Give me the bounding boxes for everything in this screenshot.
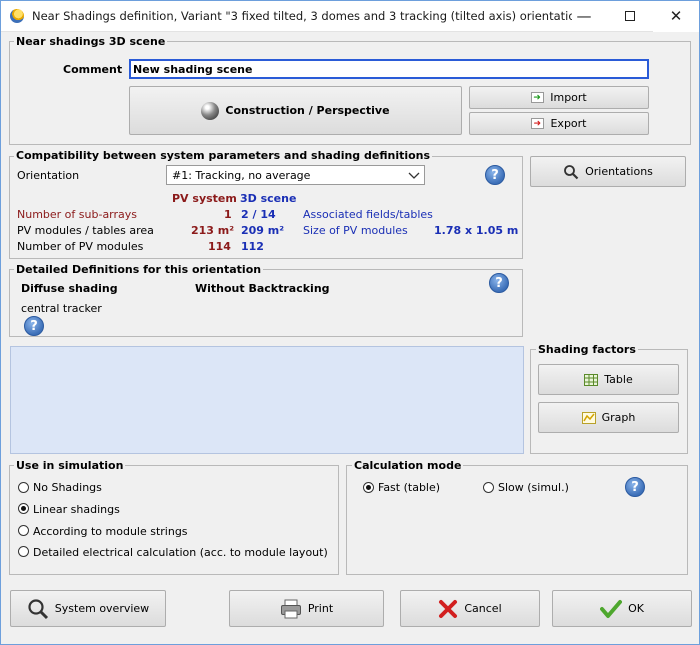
orientation-selected-value: #1: Tracking, no average: [172, 169, 311, 182]
export-label: Export: [550, 117, 587, 130]
slow-simul-label: Slow (simul.): [498, 481, 569, 494]
graph-button[interactable]: Graph: [538, 402, 679, 433]
module-size-label: Size of PV modules: [303, 224, 408, 237]
tracker-help-icon[interactable]: ?: [24, 316, 44, 336]
orientation-label: Orientation: [17, 169, 80, 182]
num-modules-scene-value: 112: [241, 240, 264, 253]
compatibility-group-label: Compatibility between system parameters …: [14, 149, 433, 162]
calc-mode-help-icon[interactable]: ?: [625, 477, 645, 497]
diffuse-shading-label: Diffuse shading: [21, 282, 118, 295]
window-title: Near Shadings definition, Variant "3 fix…: [32, 9, 572, 23]
system-overview-button[interactable]: System overview: [10, 590, 166, 627]
module-size-value: 1.78 x 1.05 m: [434, 224, 519, 237]
maximize-icon: [625, 10, 635, 21]
detailed-definitions-group-label: Detailed Definitions for this orientatio…: [14, 263, 264, 276]
maximize-button[interactable]: [607, 1, 653, 32]
dialog-window: Near Shadings definition, Variant "3 fix…: [0, 0, 700, 645]
shading-preview-area: [10, 346, 524, 454]
associated-fields-label: Associated fields/tables: [303, 208, 433, 221]
radio-fast-table[interactable]: [363, 482, 374, 493]
orientations-button[interactable]: Orientations: [530, 156, 686, 187]
sub-arrays-pv-value: 1: [224, 208, 232, 221]
radio-linear-shadings[interactable]: [18, 503, 29, 514]
print-button[interactable]: Print: [229, 590, 384, 627]
radio-detailed-electrical[interactable]: [18, 546, 29, 557]
cross-icon: [439, 599, 458, 618]
graph-label: Graph: [601, 411, 636, 424]
search-icon: [28, 598, 48, 619]
backtracking-label: Without Backtracking: [195, 282, 330, 295]
orientation-select[interactable]: #1: Tracking, no average: [166, 165, 425, 185]
construction-perspective-label: Construction / Perspective: [225, 104, 390, 117]
module-strings-label: According to module strings: [33, 525, 188, 538]
cancel-label: Cancel: [464, 602, 502, 615]
sub-arrays-label: Number of sub-arrays: [17, 208, 138, 221]
radio-no-shadings[interactable]: [18, 482, 29, 493]
modules-area-scene-value: 209 m²: [241, 224, 285, 237]
pv-system-header: PV system: [172, 192, 237, 205]
fast-table-label: Fast (table): [378, 481, 441, 494]
table-button[interactable]: Table: [538, 364, 679, 395]
ok-label: OK: [628, 602, 644, 615]
calculation-mode-group-label: Calculation mode: [352, 459, 464, 472]
use-in-simulation-group-label: Use in simulation: [14, 459, 126, 472]
comment-input[interactable]: [129, 59, 649, 79]
orientation-help-icon[interactable]: ?: [485, 165, 505, 185]
num-modules-pv-value: 114: [208, 240, 231, 253]
cancel-button[interactable]: Cancel: [400, 590, 540, 627]
minimize-button[interactable]: —: [561, 1, 607, 32]
chevron-down-icon: [408, 172, 420, 179]
ok-button[interactable]: OK: [552, 590, 692, 627]
no-shadings-label: No Shadings: [33, 481, 102, 494]
export-icon: ➜: [531, 118, 545, 129]
graph-icon: [581, 411, 596, 424]
scene-group-label: Near shadings 3D scene: [14, 35, 168, 48]
close-icon: ✕: [669, 7, 683, 25]
shading-factors-group-label: Shading factors: [536, 343, 638, 356]
import-button[interactable]: ➜ Import: [469, 86, 649, 109]
central-tracker-label: central tracker: [21, 302, 102, 315]
import-icon: ➜: [531, 92, 545, 103]
title-bar: Near Shadings definition, Variant "3 fix…: [1, 1, 699, 32]
radio-module-strings[interactable]: [18, 525, 29, 536]
3d-scene-header: 3D scene: [240, 192, 297, 205]
sub-arrays-scene-value: 2 / 14: [241, 208, 276, 221]
system-overview-label: System overview: [54, 602, 150, 615]
search-icon: [564, 164, 579, 179]
printer-icon: [280, 599, 301, 618]
minimize-icon: —: [576, 7, 592, 25]
detailed-help-icon[interactable]: ?: [489, 273, 509, 293]
table-icon: [584, 373, 599, 386]
construction-perspective-button[interactable]: Construction / Perspective: [129, 86, 462, 135]
print-label: Print: [307, 602, 334, 615]
close-button[interactable]: ✕: [653, 1, 699, 32]
modules-area-pv-value: 213 m²: [191, 224, 235, 237]
linear-shadings-label: Linear shadings: [33, 503, 120, 516]
app-icon: [10, 9, 24, 23]
comment-label: Comment: [63, 63, 123, 76]
num-modules-label: Number of PV modules: [17, 240, 144, 253]
sphere-icon: [201, 101, 220, 120]
orientations-label: Orientations: [585, 165, 653, 178]
import-label: Import: [550, 91, 587, 104]
modules-area-label: PV modules / tables area: [17, 224, 154, 237]
export-button[interactable]: ➜ Export: [469, 112, 649, 135]
checkmark-icon: [600, 599, 623, 618]
detailed-electrical-label: Detailed electrical calculation (acc. to…: [33, 546, 328, 559]
table-label: Table: [604, 373, 633, 386]
radio-slow-simul[interactable]: [483, 482, 494, 493]
